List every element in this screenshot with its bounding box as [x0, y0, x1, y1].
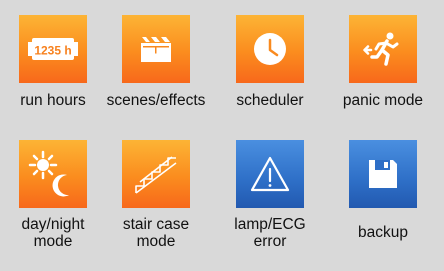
clock-icon [254, 33, 286, 65]
lamp-ecg-error-label: lamp/ECG error [215, 216, 325, 250]
run-hours-label: run hours [20, 92, 86, 109]
scenes-effects-tile[interactable] [122, 15, 190, 83]
backup-tile[interactable] [349, 140, 417, 208]
warning-triangle-icon [250, 156, 290, 192]
stair-case-mode-label-line-2: mode [136, 233, 176, 250]
panic-mode-tile[interactable] [349, 15, 417, 83]
panic-mode-label: panic mode [342, 92, 424, 109]
run-hours-counter-icon: 1235 h [28, 38, 78, 60]
lamp-ecg-error-label-line-1: lamp/ECG [234, 216, 306, 233]
floppy-disk-icon [369, 160, 397, 188]
lamp-ecg-error-tile[interactable] [236, 140, 304, 208]
day-night-mode-label-line-2: mode [33, 233, 73, 250]
scheduler-tile[interactable] [236, 15, 304, 83]
day-night-mode-label-line-1: day/night [21, 216, 85, 233]
backup-label: backup [358, 224, 408, 241]
clapperboard-icon [141, 37, 171, 62]
stair-case-mode-tile[interactable] [122, 140, 190, 208]
sun-moon-icon [28, 150, 69, 197]
scenes-effects-label: scenes/effects [106, 92, 206, 109]
day-night-mode-tile[interactable] [19, 140, 87, 208]
staircase-icon [135, 156, 177, 194]
run-hours-tile[interactable]: 1235 h [19, 15, 87, 83]
svg-text:1235 h: 1235 h [34, 44, 71, 58]
stair-case-mode-label: stair case mode [101, 216, 211, 250]
scheduler-label: scheduler [236, 92, 304, 109]
day-night-mode-label: day/night mode [0, 216, 108, 250]
stair-case-mode-label-line-1: stair case [122, 216, 190, 233]
lamp-ecg-error-label-line-2: error [253, 233, 287, 250]
running-man-exit-icon [363, 32, 399, 66]
